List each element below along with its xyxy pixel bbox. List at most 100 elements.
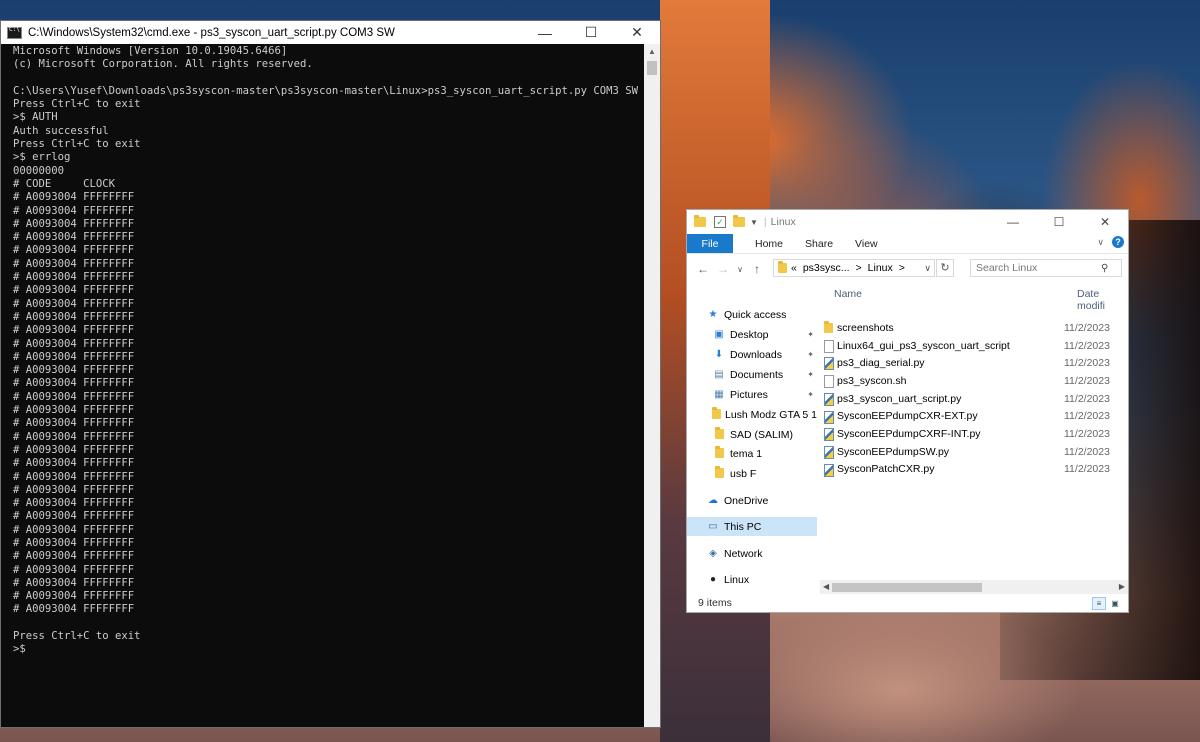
forward-arrow-icon[interactable]: →: [713, 262, 733, 276]
search-icon[interactable]: ⚲: [1101, 263, 1108, 274]
cmd-output-line: # A0093004 FFFFFFFF: [13, 350, 135, 363]
refresh-icon[interactable]: ↻: [936, 259, 954, 277]
large-icons-view-icon[interactable]: ▣: [1108, 597, 1122, 610]
sidebar-item-linux[interactable]: ● Linux: [687, 570, 817, 589]
sidebar-item-network[interactable]: ◈ Network: [687, 544, 817, 563]
cmd-window[interactable]: C:\Windows\System32\cmd.exe - ps3_syscon…: [0, 20, 661, 728]
horizontal-scrollbar[interactable]: ◀ ▶: [820, 580, 1128, 594]
cmd-output-line: # A0093004 FFFFFFFF: [13, 257, 135, 270]
cmd-output-line: # A0093004 FFFFFFFF: [13, 470, 135, 483]
cmd-output-line: # A0093004 FFFFFFFF: [13, 510, 135, 523]
explorer-titlebar[interactable]: ✓ ▼ | Linux — ☐ ✕: [687, 210, 1128, 234]
sidebar-item-label: SAD (SALIM): [730, 428, 794, 441]
breadcrumb-linux[interactable]: Linux: [868, 262, 893, 274]
scroll-left-icon[interactable]: ◀: [823, 580, 829, 594]
cmd-titlebar[interactable]: C:\Windows\System32\cmd.exe - ps3_syscon…: [1, 21, 660, 44]
breadcrumb-separator[interactable]: >: [856, 262, 862, 274]
python-file-icon: [824, 445, 834, 462]
file-row[interactable]: Linux64_gui_ps3_syscon_uart_script 11/2/2…: [820, 337, 1128, 355]
cmd-output-line: # A0093004 FFFFFFFF: [13, 217, 135, 230]
tab-view[interactable]: View: [855, 238, 878, 250]
cmd-output-line: # A0093004 FFFFFFFF: [13, 390, 135, 403]
close-button[interactable]: ✕: [614, 21, 660, 44]
sidebar-item-onedrive[interactable]: ☁ OneDrive: [687, 491, 817, 510]
minimize-button[interactable]: —: [990, 210, 1036, 234]
sidebar-item-downloads[interactable]: ⬇ Downloads ✦: [687, 345, 817, 364]
cmd-output-line: # A0093004 FFFFFFFF: [13, 590, 135, 603]
cmd-output-line: # A0093004 FFFFFFFF: [13, 204, 135, 217]
cmd-output-line: Press Ctrl+C to exit: [13, 630, 141, 643]
sidebar-item-desktop[interactable]: ▣ Desktop ✦: [687, 325, 817, 344]
cmd-output-line: # A0093004 FFFFFFFF: [13, 550, 135, 563]
navigation-bar: ← → ∨ ↑ « ps3sysc... > Linux > ∨ ↻ ⚲: [687, 254, 1128, 284]
cmd-scrollbar[interactable]: ▲: [644, 44, 660, 727]
tab-home[interactable]: Home: [755, 238, 783, 250]
sidebar-item-pictures[interactable]: ▦ Pictures ✦: [687, 385, 817, 404]
breadcrumb-ps3syscon[interactable]: ps3sysc...: [803, 262, 850, 274]
folder-icon: [712, 466, 726, 479]
breadcrumb-separator[interactable]: >: [899, 262, 905, 274]
cloud-icon: ☁: [708, 495, 718, 506]
cmd-output-line: (c) Microsoft Corporation. All rights re…: [13, 58, 313, 71]
up-arrow-icon[interactable]: ↑: [747, 262, 767, 276]
cmd-output-line: # A0093004 FFFFFFFF: [13, 536, 135, 549]
pictures-icon: ▦: [714, 389, 724, 400]
minimize-button[interactable]: —: [522, 21, 568, 44]
scroll-thumb[interactable]: [647, 61, 657, 75]
sidebar-item-this-pc[interactable]: ▭ This PC: [687, 517, 817, 536]
close-button[interactable]: ✕: [1082, 210, 1128, 234]
sidebar-item-tema-1[interactable]: tema 1: [687, 444, 817, 463]
scroll-thumb[interactable]: [832, 583, 982, 592]
tab-file[interactable]: File: [687, 234, 733, 253]
scroll-right-icon[interactable]: ▶: [1119, 580, 1125, 594]
back-arrow-icon[interactable]: ←: [693, 262, 713, 276]
file-name: SysconEEPdumpCXRF-INT.py: [837, 428, 981, 441]
cmd-output-line: # A0093004 FFFFFFFF: [13, 457, 135, 470]
properties-check-icon[interactable]: ✓: [714, 216, 726, 228]
maximize-button[interactable]: ☐: [1036, 210, 1082, 234]
file-date: 11/2/2023: [1064, 374, 1110, 387]
file-name: ps3_syscon_uart_script.py: [837, 392, 962, 405]
folder-icon: [712, 407, 721, 420]
cmd-output[interactable]: Microsoft Windows [Version 10.0.19045.64…: [1, 44, 644, 727]
sidebar-item-documents[interactable]: ▤ Documents ✦: [687, 365, 817, 384]
quick-access-dropdown-icon[interactable]: ▼: [750, 218, 758, 227]
address-dropdown-icon[interactable]: ∨: [924, 263, 931, 274]
file-row[interactable]: screenshots 11/2/2023: [820, 319, 1128, 337]
search-input[interactable]: [976, 262, 1101, 274]
file-row[interactable]: SysconPatchCXR.py 11/2/2023: [820, 461, 1128, 479]
sidebar-item-sad-salim[interactable]: SAD (SALIM): [687, 425, 817, 444]
tab-share[interactable]: Share: [805, 238, 833, 250]
recent-locations-icon[interactable]: ∨: [733, 265, 747, 274]
file-row[interactable]: SysconEEPdumpSW.py 11/2/2023: [820, 443, 1128, 461]
search-box[interactable]: ⚲: [970, 259, 1122, 277]
file-row[interactable]: SysconEEPdumpCXRF-INT.py 11/2/2023: [820, 425, 1128, 443]
help-icon[interactable]: ?: [1112, 236, 1124, 248]
address-bar[interactable]: « ps3sysc... > Linux > ∨: [773, 259, 935, 277]
column-header-date[interactable]: Date modifi: [1077, 288, 1128, 312]
cmd-output-line: # A0093004 FFFFFFFF: [13, 191, 135, 204]
sidebar-item-label: OneDrive: [724, 494, 769, 507]
explorer-window[interactable]: ✓ ▼ | Linux — ☐ ✕ File Home Share View ∨…: [686, 209, 1129, 613]
sidebar-item-lush-modz-gta-5-1[interactable]: Lush Modz GTA 5 1.: [687, 405, 817, 424]
python-file-icon: [824, 410, 834, 427]
cmd-output-line: >$ errlog: [13, 151, 71, 164]
details-view-icon[interactable]: ≡: [1092, 597, 1106, 610]
file-row[interactable]: SysconEEPdumpCXR-EXT.py 11/2/2023: [820, 408, 1128, 426]
column-header-name[interactable]: Name: [834, 288, 862, 300]
download-icon: ⬇: [714, 349, 724, 360]
new-folder-icon[interactable]: [733, 214, 745, 228]
cmd-output-line: # A0093004 FFFFFFFF: [13, 576, 135, 589]
file-row[interactable]: ps3_syscon_uart_script.py 11/2/2023: [820, 390, 1128, 408]
sidebar-item-usb-f[interactable]: usb F: [687, 464, 817, 483]
sidebar-item-quick-access[interactable]: ★ Quick access: [687, 305, 817, 324]
address-overflow[interactable]: «: [791, 262, 797, 274]
cmd-icon: [7, 26, 22, 39]
maximize-button[interactable]: ☐: [568, 21, 614, 44]
file-name: SysconEEPdumpCXR-EXT.py: [837, 410, 978, 423]
file-row[interactable]: ps3_syscon.sh 11/2/2023: [820, 372, 1128, 390]
file-row[interactable]: ps3_diag_serial.py 11/2/2023: [820, 354, 1128, 372]
expand-ribbon-icon[interactable]: ∨: [1097, 237, 1104, 248]
scroll-up-icon[interactable]: ▲: [644, 44, 660, 60]
cmd-output-line: # A0093004 FFFFFFFF: [13, 364, 135, 377]
